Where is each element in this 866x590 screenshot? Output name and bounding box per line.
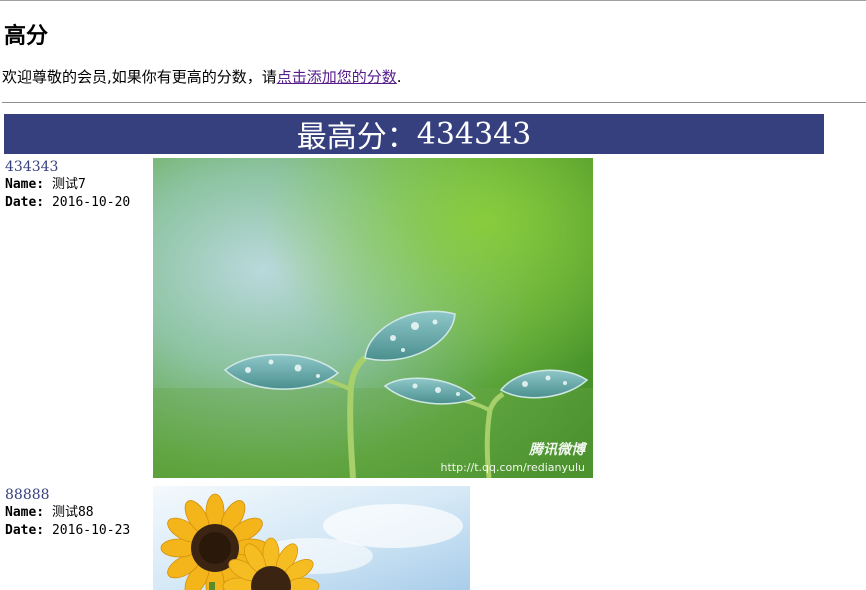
score-entry: 88888 Name: 测试88 Date: 2016-10-23 — [4, 486, 864, 590]
entry-date-row: Date: 2016-10-20 — [5, 194, 151, 212]
top-horizontal-rule — [0, 0, 866, 1]
add-score-link[interactable]: 点击添加您的分数 — [277, 68, 397, 86]
score-entry: 434343 Name: 测试7 Date: 2016-10-20 腾讯微博 h… — [4, 158, 864, 480]
entry-date: 2016-10-20 — [51, 195, 131, 210]
seedling-photo: 腾讯微博 http://t.qq.com/redianyulu — [153, 158, 593, 478]
date-label: Date: — [5, 523, 45, 538]
intro-end: . — [396, 68, 402, 86]
banner-label: 最高分： — [296, 120, 417, 155]
page-title: 高分 — [4, 24, 49, 49]
high-score-banner: 最高分： 434343 — [4, 114, 824, 155]
name-label: Name: — [5, 177, 45, 192]
entry-name: 测试7 — [51, 177, 86, 192]
entry-date: 2016-10-23 — [51, 523, 131, 538]
banner-value: 434343 — [416, 116, 532, 152]
entry-score: 434343 — [5, 159, 59, 175]
horizontal-rule — [2, 102, 866, 103]
entry-date-row: Date: 2016-10-23 — [5, 522, 151, 540]
date-label: Date: — [5, 195, 45, 210]
intro-text: 欢迎尊敬的会员,如果你有更高的分数，请 — [2, 68, 277, 86]
name-label: Name: — [5, 505, 45, 520]
entry-info: 88888 Name: 测试88 Date: 2016-10-23 — [5, 486, 151, 540]
entry-name-row: Name: 测试88 — [5, 504, 151, 522]
watermark-brand: 腾讯微博 — [528, 441, 588, 458]
watermark-url: http://t.qq.com/redianyulu — [441, 461, 585, 474]
entry-score: 88888 — [5, 487, 50, 503]
entry-name-row: Name: 测试7 — [5, 176, 151, 194]
sunflower-photo — [153, 486, 470, 590]
entry-name: 测试88 — [51, 505, 94, 520]
entry-info: 434343 Name: 测试7 Date: 2016-10-20 — [5, 158, 151, 212]
intro-paragraph: 欢迎尊敬的会员,如果你有更高的分数，请点击添加您的分数. — [2, 66, 402, 87]
